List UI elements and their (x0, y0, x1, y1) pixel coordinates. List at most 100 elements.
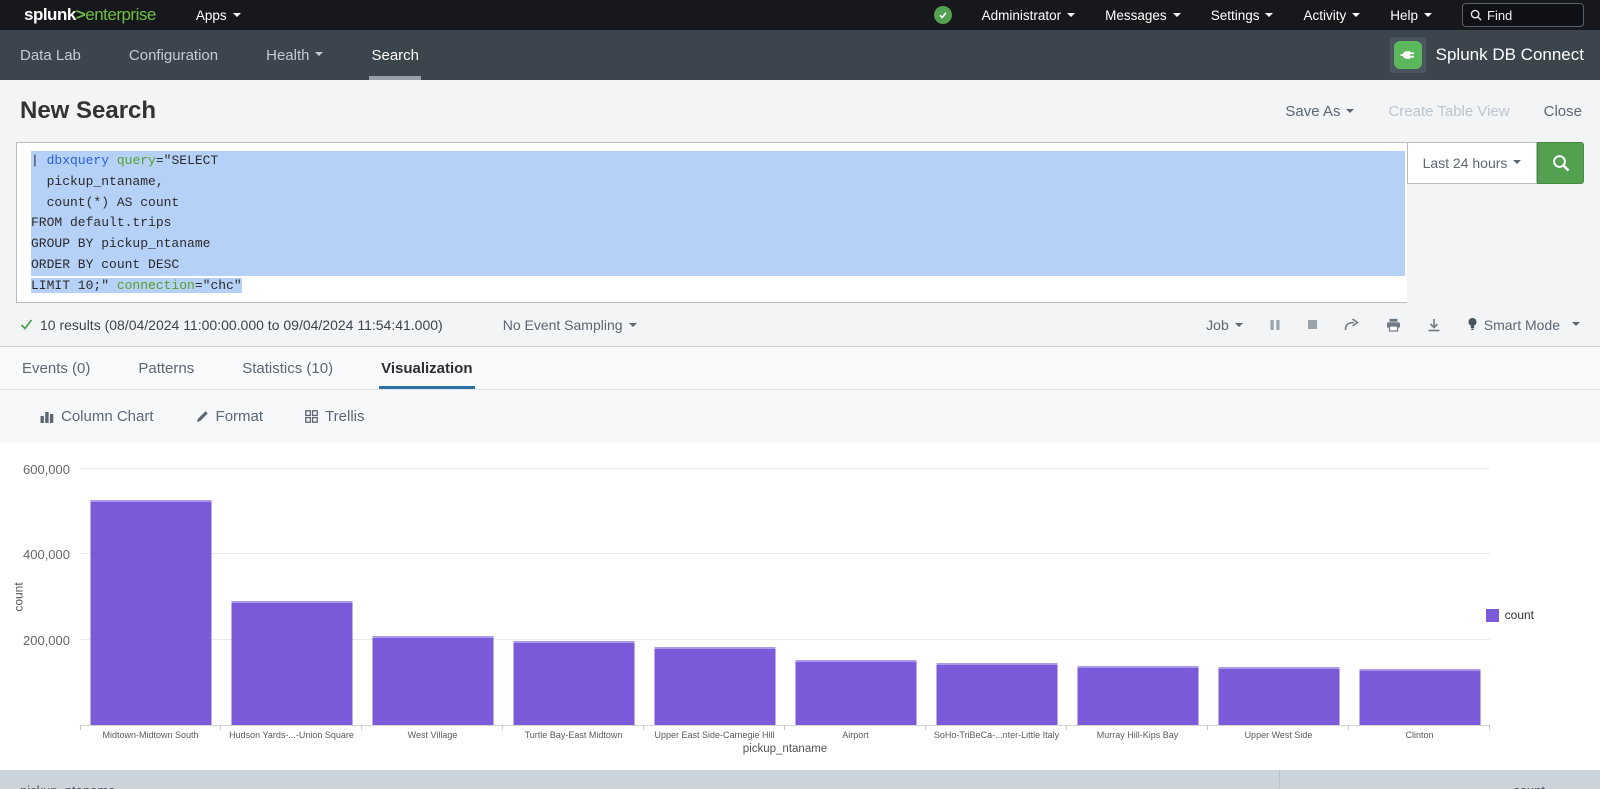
pencil-icon (196, 410, 209, 423)
chart-bar[interactable] (1218, 667, 1339, 725)
chart-bar[interactable] (654, 647, 775, 725)
query-line: | dbxquery query="SELECT (31, 151, 1405, 172)
chart-bar[interactable] (1077, 666, 1198, 725)
chart-bar[interactable] (90, 500, 211, 725)
query-line: GROUP BY pickup_ntaname (31, 234, 1405, 255)
x-category-label: West Village (354, 730, 511, 740)
format-button[interactable]: Format (196, 408, 264, 425)
top-bar: splunk>enterprise Apps Administrator Mes… (0, 0, 1600, 30)
trellis-button[interactable]: Trellis (305, 408, 364, 425)
chart-bar[interactable] (795, 660, 916, 725)
legend-item-count[interactable]: count (1486, 608, 1534, 622)
caret-down-icon (1424, 13, 1432, 17)
download-icon (1427, 318, 1441, 332)
x-category-label: SoHo-TriBeCa-...nter-Little Italy (918, 730, 1075, 740)
print-icon (1386, 318, 1401, 332)
chart-bar[interactable] (231, 601, 352, 725)
chart-slot: Clinton (1349, 455, 1490, 725)
results-tabs: Events (0) Patterns Statistics (10) Visu… (0, 347, 1600, 390)
table-column-pickup-ntaname[interactable]: pickup_ntaname (0, 770, 1280, 789)
find-search-box[interactable] (1462, 3, 1584, 27)
x-category-label: Hudson Yards-...-Union Square (213, 730, 370, 740)
share-icon (1344, 318, 1360, 332)
query-line: LIMIT 10;" connection="chc" (31, 276, 1405, 297)
share-button[interactable] (1344, 318, 1360, 332)
nav-item-health[interactable]: Health (252, 30, 337, 80)
export-button[interactable] (1427, 318, 1441, 332)
messages-menu[interactable]: Messages (1105, 8, 1181, 23)
nav-item-configuration[interactable]: Configuration (115, 30, 232, 80)
x-axis-tick (80, 725, 81, 730)
page-header: New Search Save As Create Table View Clo… (0, 80, 1600, 142)
chart-slot: Airport (785, 455, 926, 725)
query-line: count(*) AS count (31, 193, 1405, 214)
x-category-label: Midtown-Midtown South (72, 730, 229, 740)
help-menu[interactable]: Help (1390, 8, 1432, 23)
job-menu[interactable]: Job (1206, 317, 1243, 333)
caret-down-icon (1067, 13, 1075, 17)
administrator-menu[interactable]: Administrator (982, 8, 1076, 23)
chart-slot: Midtown-Midtown South (80, 455, 221, 725)
chart-type-picker[interactable]: Column Chart (40, 408, 154, 425)
chart-bar[interactable] (372, 636, 493, 725)
run-search-button[interactable] (1537, 142, 1584, 184)
x-category-label: Upper West Side (1200, 730, 1357, 740)
event-sampling-menu[interactable]: No Event Sampling (503, 317, 637, 333)
stop-button[interactable] (1307, 319, 1318, 330)
x-category-label: Murray Hill-Kips Bay (1059, 730, 1216, 740)
tab-visualization[interactable]: Visualization (379, 347, 474, 389)
caret-down-icon (1235, 323, 1243, 327)
search-icon (1470, 9, 1482, 21)
stop-icon (1307, 319, 1318, 330)
logo-enterprise: enterprise (85, 5, 156, 24)
pause-button[interactable] (1269, 319, 1281, 331)
print-button[interactable] (1386, 318, 1401, 332)
success-check-icon (20, 318, 33, 331)
apps-menu[interactable]: Apps (196, 8, 241, 23)
search-icon (1551, 153, 1571, 173)
app-nav-bar: Data Lab Configuration Health Search Spl… (0, 30, 1600, 80)
page-title: New Search (20, 97, 156, 125)
caret-down-icon (1265, 13, 1273, 17)
results-summary: 10 results (08/04/2024 11:00:00.000 to 0… (40, 317, 443, 333)
chart-slot: SoHo-TriBeCa-...nter-Little Italy (926, 455, 1067, 725)
chart-slot: Turtle Bay-East Midtown (503, 455, 644, 725)
caret-down-icon (1572, 322, 1580, 326)
tab-statistics[interactable]: Statistics (10) (240, 347, 335, 389)
tab-events[interactable]: Events (0) (20, 347, 92, 389)
search-mode-menu[interactable]: Smart Mode (1467, 317, 1580, 333)
query-line: pickup_ntaname, (31, 172, 1405, 193)
chart-plot-area: 200,000400,000600,000Midtown-Midtown Sou… (80, 455, 1490, 726)
save-as-button[interactable]: Save As (1285, 103, 1354, 120)
pause-icon (1269, 319, 1281, 331)
chart-bar[interactable] (513, 641, 634, 725)
y-tick-label: 400,000 (0, 547, 70, 562)
chart-slot: West Village (362, 455, 503, 725)
search-query-editor[interactable]: | dbxquery query="SELECT pickup_ntaname,… (16, 142, 1407, 303)
nav-item-search[interactable]: Search (357, 30, 433, 80)
query-line: ORDER BY count DESC (31, 255, 1405, 276)
activity-menu[interactable]: Activity (1303, 8, 1360, 23)
time-range-picker[interactable]: Last 24 hours (1407, 142, 1537, 184)
close-button[interactable]: Close (1544, 103, 1582, 120)
chart-slot: Murray Hill-Kips Bay (1067, 455, 1208, 725)
nav-item-data-lab[interactable]: Data Lab (6, 30, 95, 80)
job-status-bar: 10 results (08/04/2024 11:00:00.000 to 0… (0, 303, 1600, 347)
create-table-view-button[interactable]: Create Table View (1388, 103, 1509, 120)
tab-patterns[interactable]: Patterns (136, 347, 196, 389)
find-input[interactable] (1487, 8, 1572, 23)
caret-down-icon (1346, 109, 1354, 113)
caret-down-icon (1352, 13, 1360, 17)
health-status-icon[interactable] (934, 6, 952, 24)
chart-bar[interactable] (936, 663, 1057, 725)
logo-splunk: splunk (24, 5, 76, 24)
column-chart: count 200,000400,000600,000Midtown-Midto… (0, 442, 1600, 758)
table-column-count[interactable]: count (1280, 770, 1600, 789)
chart-slot: Upper West Side (1208, 455, 1349, 725)
db-connect-app-icon[interactable] (1390, 37, 1426, 73)
settings-menu[interactable]: Settings (1211, 8, 1274, 23)
y-tick-label: 600,000 (0, 462, 70, 477)
chart-bar[interactable] (1359, 669, 1480, 725)
caret-down-icon (1513, 160, 1521, 164)
trellis-grid-icon (305, 410, 318, 423)
